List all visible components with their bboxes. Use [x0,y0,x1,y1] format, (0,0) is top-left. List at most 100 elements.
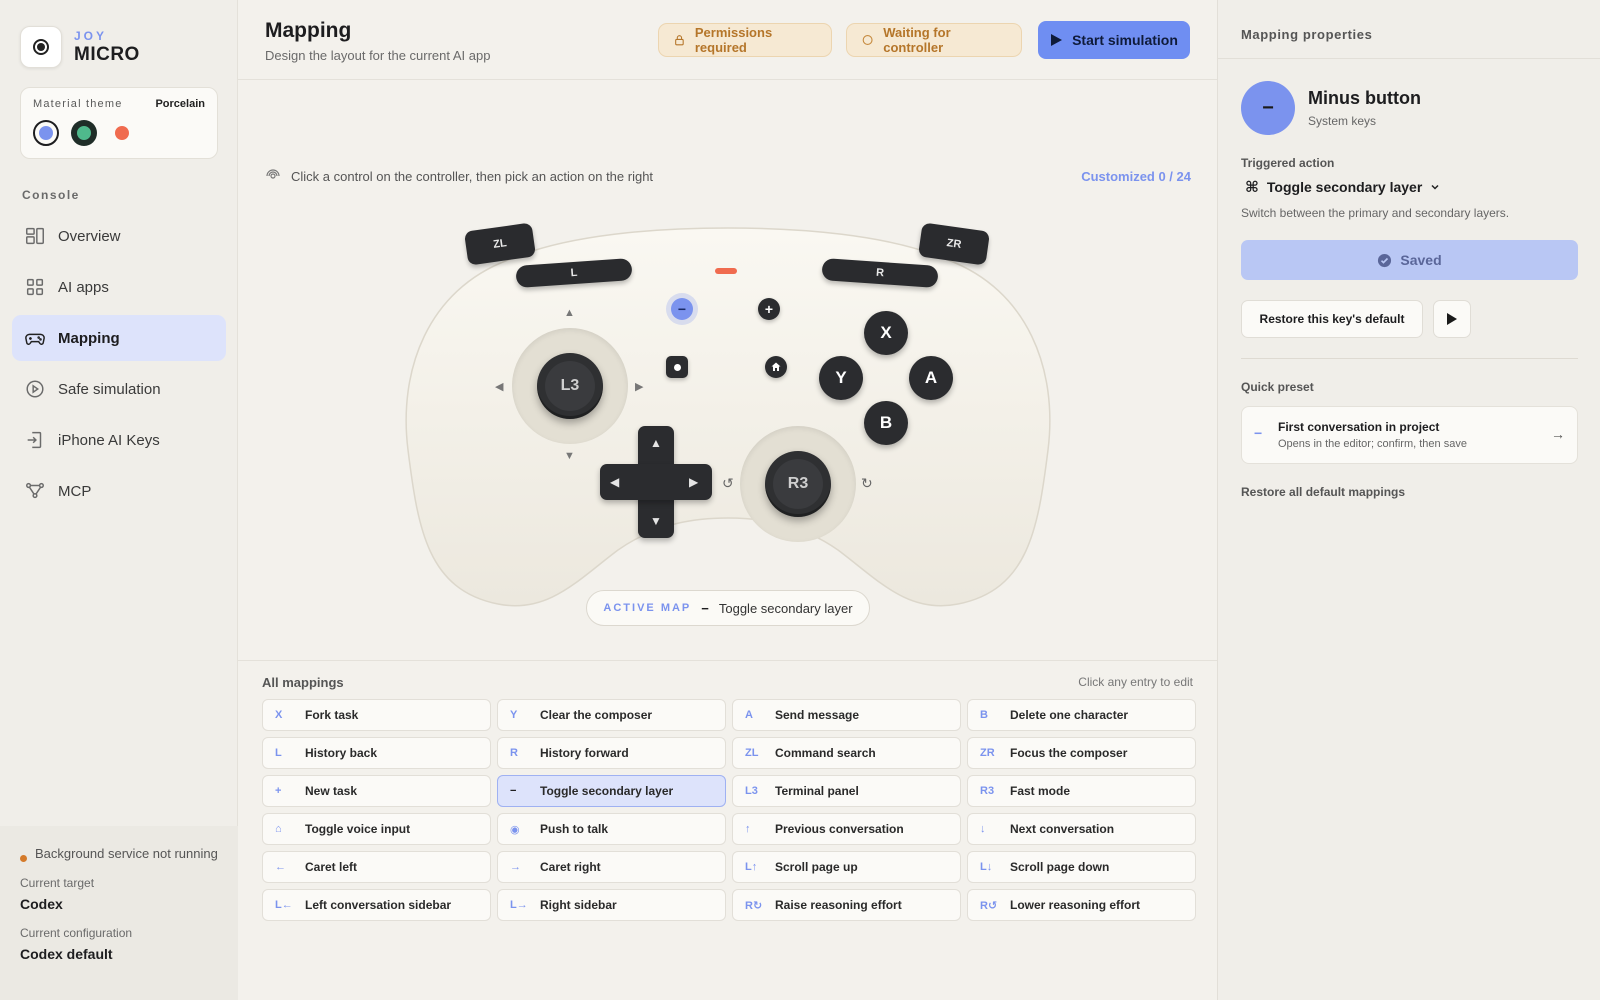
mapping-entry[interactable]: R↺ Lower reasoning effort [967,889,1196,921]
left-stick-left-icon[interactable]: ◀ [495,380,503,393]
minus-button[interactable]: − [671,298,693,320]
mapping-entry[interactable]: ↑ Previous conversation [732,813,961,845]
theme-swatch-green[interactable] [71,120,97,146]
dpad-down-icon[interactable]: ▼ [650,514,662,528]
sidebar-item-label: AI apps [58,278,109,296]
right-stick[interactable]: R3 [765,451,831,517]
home-icon [771,362,781,371]
triggered-action-label: Triggered action [1241,156,1335,170]
instruction-hint: Click a control on the controller, then … [265,168,653,184]
rotate-cw-icon[interactable]: ↻ [861,475,873,492]
mapping-entry-selected[interactable]: − Toggle secondary layer [497,775,726,807]
mapping-entry[interactable]: ← Caret left [262,851,491,883]
mapping-entry[interactable]: R History forward [497,737,726,769]
play-icon [1447,313,1457,325]
mapping-entry[interactable]: A Send message [732,699,961,731]
dpad-up-icon[interactable]: ▲ [650,436,662,450]
start-simulation-button[interactable]: Start simulation [1038,21,1190,59]
mapping-action: History forward [540,746,629,760]
mapping-entry[interactable]: ↓ Next conversation [967,813,1196,845]
mapping-entry[interactable]: → Caret right [497,851,726,883]
panel-title: Mapping properties [1241,27,1373,42]
left-stick-up-icon[interactable]: ▲ [564,307,575,319]
theme-swatch-orange[interactable] [109,120,135,146]
brand-top: JOY [74,28,108,43]
sidebar-item-overview[interactable]: Overview [12,213,226,259]
sidebar-item-mcp[interactable]: MCP [12,468,226,514]
permissions-text: Permissions required [694,25,773,55]
mapping-action: Command search [775,746,876,760]
mapping-entry[interactable]: L↓ Scroll page down [967,851,1196,883]
touch-icon [266,169,280,179]
active-map-key: − [701,600,709,616]
active-map-label: ACTIVE MAP [603,602,692,614]
mapping-action: Toggle secondary layer [540,784,674,798]
mapping-entry[interactable]: L History back [262,737,491,769]
mapping-entry[interactable]: + New task [262,775,491,807]
mappings-title: All mappings [262,675,344,690]
mapping-action: Push to talk [540,822,609,836]
dpad-left-icon[interactable]: ◀ [610,475,619,489]
mapping-action: Fork task [305,708,359,722]
sidebar-item-iphone-ai-keys[interactable]: iPhone AI Keys [12,417,226,463]
test-play-button[interactable] [1433,300,1471,338]
mapping-action: Terminal panel [775,784,859,798]
mapping-key: + [275,785,282,797]
mapping-key: L↓ [980,861,993,873]
mapping-entry[interactable]: ZR Focus the composer [967,737,1196,769]
right-stick-label: R3 [773,459,823,509]
mapping-key: ↓ [980,823,986,835]
mapping-entry[interactable]: R↻ Raise reasoning effort [732,889,961,921]
saved-button[interactable]: Saved [1241,240,1578,280]
left-stick-down-icon[interactable]: ▼ [564,450,575,462]
mapping-entry[interactable]: L→ Right sidebar [497,889,726,921]
mapping-entry[interactable]: ◉ Push to talk [497,813,726,845]
left-stick[interactable]: L3 [537,353,603,419]
mapping-action: Scroll page down [1010,860,1110,874]
b-button[interactable]: B [864,401,908,445]
mapping-entry[interactable]: L3 Terminal panel [732,775,961,807]
quick-preset-item[interactable]: − First conversation in project Opens in… [1241,406,1578,464]
mapping-entry[interactable]: L↑ Scroll page up [732,851,961,883]
start-simulation-label: Start simulation [1072,32,1178,48]
restore-key-default-button[interactable]: Restore this key's default [1241,300,1423,338]
mapping-key: − [510,785,517,797]
mapping-key: ZR [980,747,995,759]
permissions-badge[interactable]: Permissions required [658,23,832,57]
home-button[interactable] [765,356,787,378]
plus-button[interactable]: + [758,298,780,320]
sidebar-item-mapping[interactable]: Mapping [12,315,226,361]
dpad[interactable]: ▲ ▼ ◀ ▶ [600,426,712,538]
left-stick-right-icon[interactable]: ▶ [635,380,643,393]
theme-swatch-blue[interactable] [33,120,59,146]
mapping-entry[interactable]: Y Clear the composer [497,699,726,731]
a-button[interactable]: A [909,356,953,400]
sidebar-item-label: Safe simulation [58,380,161,398]
mapping-entry[interactable]: L← Left conversation sidebar [262,889,491,921]
capture-button[interactable] [666,356,688,378]
play-circle-icon [26,380,44,398]
mapping-key: L3 [745,785,758,797]
mapping-key: ↑ [745,823,751,835]
mapping-entry[interactable]: ⌂ Toggle voice input [262,813,491,845]
restore-all-defaults-link[interactable]: Restore all default mappings [1241,485,1405,499]
x-button[interactable]: X [864,311,908,355]
mapping-key: R3 [980,785,995,797]
status-dot-icon [20,855,27,862]
nodes-icon [26,482,44,499]
instruction-text: Click a control on the controller, then … [291,168,654,184]
sidebar: JOY MICRO Material theme Porcelain Conso… [0,0,238,1000]
mapping-entry[interactable]: X Fork task [262,699,491,731]
mapping-action: Right sidebar [540,898,617,912]
mapping-entry[interactable]: ZL Command search [732,737,961,769]
mapping-action: Toggle voice input [305,822,411,836]
y-button[interactable]: Y [819,356,863,400]
mapping-entry[interactable]: B Delete one character [967,699,1196,731]
triggered-action-select[interactable]: ⌘ Toggle secondary layer [1245,178,1440,196]
sidebar-item-safe-simulation[interactable]: Safe simulation [12,366,226,412]
mapping-entry[interactable]: R3 Fast mode [967,775,1196,807]
mapping-key: ⌂ [275,823,282,835]
dpad-right-icon[interactable]: ▶ [689,475,698,489]
sidebar-item-ai-apps[interactable]: AI apps [12,264,226,310]
rotate-ccw-icon[interactable]: ↺ [722,475,734,492]
